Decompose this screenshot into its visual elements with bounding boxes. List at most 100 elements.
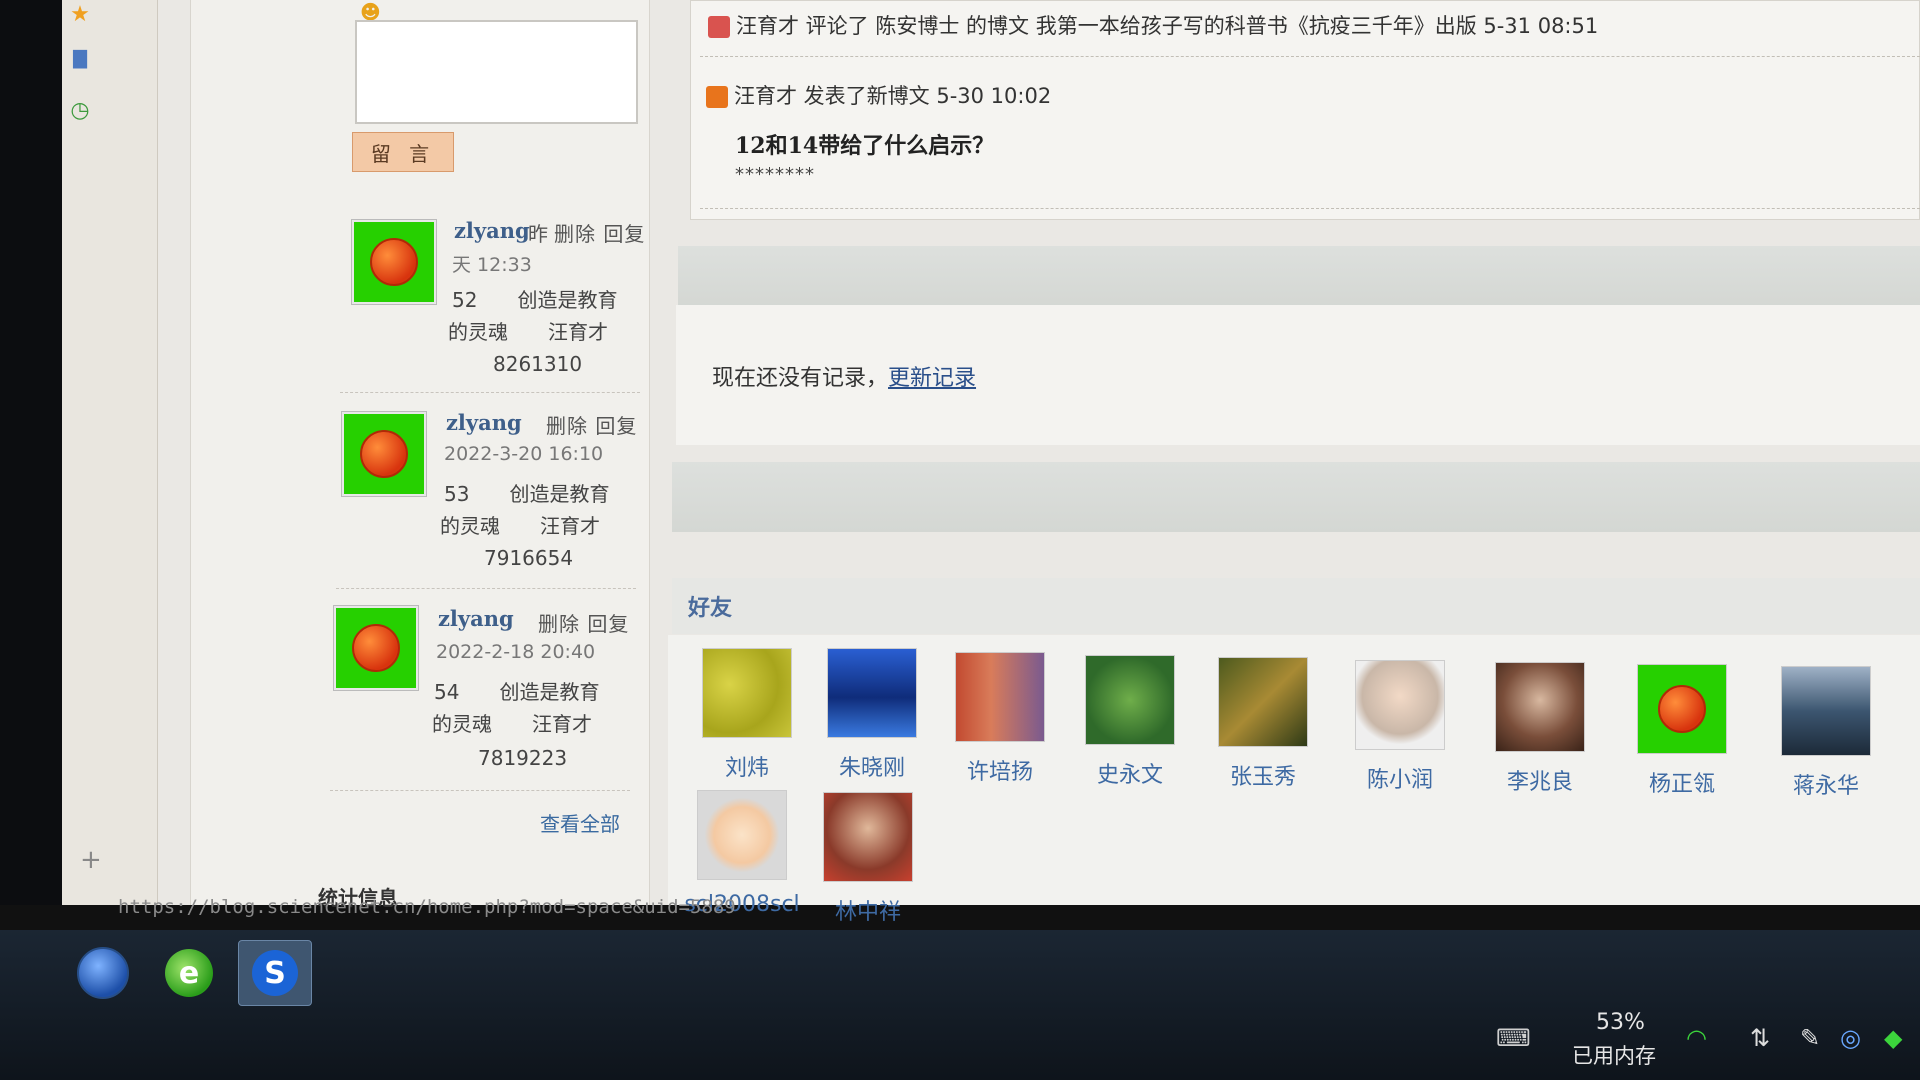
comment-time: 2022-3-20 16:10 [444, 443, 604, 465]
comment-body-line: 7916654 [484, 546, 574, 570]
comment-author[interactable]: zlyang [446, 410, 522, 435]
comment-body-line: 的灵魂 汪育才 [440, 514, 600, 538]
pen-icon[interactable]: ✎ [1800, 1024, 1820, 1052]
feed-text: 汪育才 评论了 陈安博士 的博文 我第一本给孩子写的科普书《抗疫三千年》出版 5… [736, 14, 1599, 38]
cartoon-boy-avatar-icon [697, 790, 787, 880]
apple-icon [1658, 685, 1706, 733]
friend-item[interactable]: 史永文 [1070, 655, 1190, 789]
view-all-link[interactable]: 查看全部 [540, 808, 620, 837]
friend-name[interactable]: 林中祥 [808, 894, 928, 926]
friend-name[interactable]: 许培扬 [940, 754, 1060, 786]
memory-usage-percent[interactable]: 53% [1596, 1010, 1645, 1035]
comment-actions[interactable]: 删除 回复 [554, 218, 645, 247]
divider [700, 208, 1920, 209]
divider [700, 56, 1920, 57]
wifi-icon[interactable]: ◠ [1686, 1024, 1707, 1052]
records-message: 现在还没有记录，更新记录 [712, 360, 976, 392]
green-apple-avatar-icon [1637, 664, 1727, 754]
emoticon-icon[interactable]: ☻ [360, 0, 386, 24]
blue-water-avatar-icon [827, 648, 917, 738]
sogou-browser-icon: S [252, 950, 298, 996]
comment-actions[interactable]: 删除 回复 [538, 608, 629, 637]
status-bar-url: https://blog.sciencenet.cn/home.php?mod=… [118, 896, 736, 918]
comment-body-line: 7819223 [478, 746, 568, 770]
keyboard-icon[interactable]: ⌨ [1496, 1024, 1531, 1052]
comment-body-line: 54 创造是教育 [434, 680, 600, 704]
network-icon[interactable]: ⇅ [1750, 1024, 1770, 1052]
avatar[interactable] [342, 412, 426, 496]
ie-browser-button[interactable]: e [152, 940, 226, 1006]
message-textarea[interactable] [355, 20, 638, 124]
friend-item[interactable]: 林中祥 [808, 792, 928, 926]
friend-name[interactable]: 刘炜 [687, 750, 807, 782]
sogou-tray-icon[interactable]: ◎ [1840, 1024, 1861, 1052]
sogou-browser-button[interactable]: S [238, 940, 312, 1006]
start-button[interactable] [66, 940, 140, 1006]
browser-side-rail [62, 0, 158, 905]
comment-body-line: 52 创造是教育 [452, 288, 618, 312]
sea-waves-avatar-icon [1781, 666, 1871, 756]
bookmark-icon[interactable]: ▇ [66, 44, 94, 72]
records-label: 现在还没有记录， [712, 366, 889, 391]
memory-usage-label: 已用内存 [1572, 1044, 1656, 1068]
friends-title: 好友 [688, 596, 733, 621]
feed-item[interactable]: 汪育才 发表了新博文 5-30 10:02 [706, 80, 1051, 110]
friend-item[interactable]: 张玉秀 [1203, 657, 1323, 791]
apple-icon [370, 238, 418, 286]
friend-item[interactable]: 朱晓刚 [812, 648, 932, 782]
add-icon[interactable]: + [80, 845, 102, 875]
comment-body-line: 53 创造是教育 [444, 482, 610, 506]
post-title-link[interactable]: 12和14带给了什么启示？ [735, 128, 994, 160]
avatar[interactable] [334, 606, 418, 690]
friend-name[interactable]: 蒋永华 [1766, 768, 1886, 800]
new-post-icon [706, 86, 728, 108]
comment-author[interactable]: zlyang [454, 218, 530, 243]
green-leaf-avatar-icon [1085, 655, 1175, 745]
friend-item[interactable]: 陈小润 [1340, 660, 1460, 794]
friend-item[interactable]: 蒋永华 [1766, 666, 1886, 800]
pencil-icon [708, 16, 730, 38]
friend-name[interactable]: 史永文 [1070, 757, 1190, 789]
section-header-bar [678, 246, 1920, 308]
comment-actions[interactable]: 删除 回复 [546, 410, 637, 439]
comment-time: 2022-2-18 20:40 [436, 641, 596, 663]
bird-on-branch-avatar-icon [1218, 657, 1308, 747]
comment-time-start: 昨 [528, 222, 549, 246]
comment-body-line: 8261310 [493, 352, 583, 376]
security-tray-icon[interactable]: ◆ [1884, 1024, 1902, 1052]
woman-with-glasses-avatar-icon [1355, 660, 1445, 750]
man-at-podium-avatar-icon [955, 652, 1045, 742]
apple-icon [360, 430, 408, 478]
post-excerpt: ******** [735, 164, 815, 185]
feed-item[interactable]: 汪育才 评论了 陈安博士 的博文 我第一本给孩子写的科普书《抗疫三千年》出版 5… [708, 10, 1598, 40]
yellow-moss-avatar-icon [702, 648, 792, 738]
friend-name[interactable]: 朱晓刚 [812, 750, 932, 782]
friend-item[interactable]: 杨正瓴 [1622, 664, 1742, 798]
divider [330, 790, 630, 791]
friend-name[interactable]: 杨正瓴 [1622, 766, 1742, 798]
history-clock-icon[interactable]: ◷ [66, 96, 94, 124]
divider [340, 392, 640, 393]
feed-text: 汪育才 发表了新博文 5-30 10:02 [734, 84, 1052, 108]
friend-name[interactable]: 李兆良 [1480, 764, 1600, 796]
avatar[interactable] [352, 220, 436, 304]
friends-header [672, 578, 1920, 634]
favorites-star-icon[interactable]: ★ [66, 0, 94, 28]
friend-item[interactable]: 刘炜 [687, 648, 807, 782]
section-header-bar [672, 462, 1920, 532]
comment-body-line: 的灵魂 汪育才 [448, 320, 608, 344]
friend-item[interactable]: 许培扬 [940, 652, 1060, 786]
apple-icon [352, 624, 400, 672]
man-portrait-avatar-icon [823, 792, 913, 882]
windows-logo-icon [77, 947, 129, 999]
friend-name[interactable]: 陈小润 [1340, 762, 1460, 794]
comment-author[interactable]: zlyang [438, 606, 514, 631]
comment-time: 天 12:33 [452, 254, 532, 276]
divider [336, 588, 636, 589]
post-message-button[interactable]: 留 言 [352, 132, 454, 172]
update-records-link[interactable]: 更新记录 [888, 366, 976, 391]
older-man-portrait-avatar-icon [1495, 662, 1585, 752]
friend-name[interactable]: 张玉秀 [1203, 759, 1323, 791]
ie-browser-icon: e [165, 949, 213, 997]
friend-item[interactable]: 李兆良 [1480, 662, 1600, 796]
